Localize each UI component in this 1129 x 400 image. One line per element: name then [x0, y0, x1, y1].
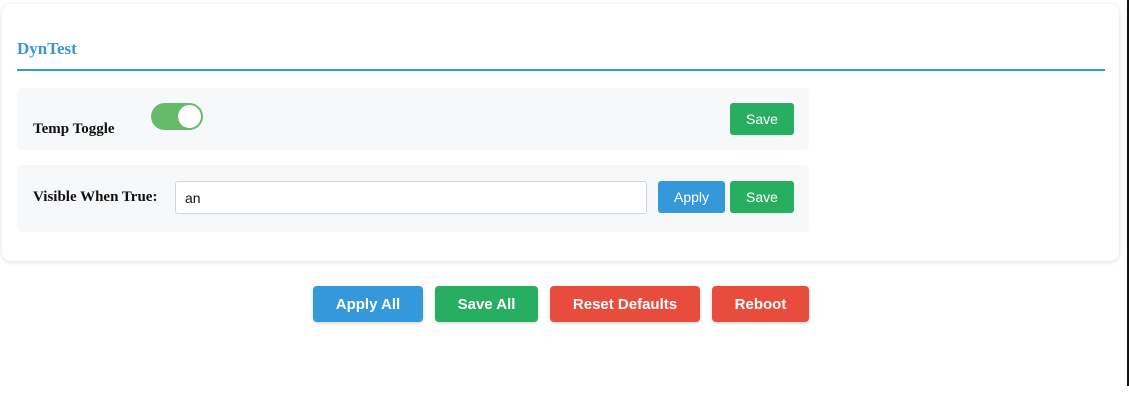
- reset-defaults-button[interactable]: Reset Defaults: [550, 286, 700, 322]
- visible-when-true-apply-button[interactable]: Apply: [658, 181, 725, 213]
- setting-row-temp-toggle: Temp Toggle Save: [17, 88, 809, 150]
- setting-row-visible-when-true: Visible When True: Apply Save: [17, 165, 809, 232]
- section-divider: [17, 69, 1105, 71]
- reboot-button[interactable]: Reboot: [712, 286, 809, 322]
- visible-when-true-label: Visible When True:: [33, 189, 158, 205]
- apply-all-button[interactable]: Apply All: [313, 286, 423, 322]
- temp-toggle-switch[interactable]: [151, 103, 203, 130]
- visible-when-true-input[interactable]: [175, 181, 647, 214]
- save-all-button[interactable]: Save All: [435, 286, 538, 322]
- temp-toggle-save-button[interactable]: Save: [730, 103, 794, 135]
- toggle-knob: [178, 105, 201, 128]
- temp-toggle-label: Temp Toggle: [33, 121, 115, 137]
- section-title: DynTest: [17, 39, 77, 58]
- dyntest-section-card: DynTest Temp Toggle Save Visible When Tr…: [2, 4, 1119, 261]
- visible-when-true-save-button[interactable]: Save: [730, 181, 794, 213]
